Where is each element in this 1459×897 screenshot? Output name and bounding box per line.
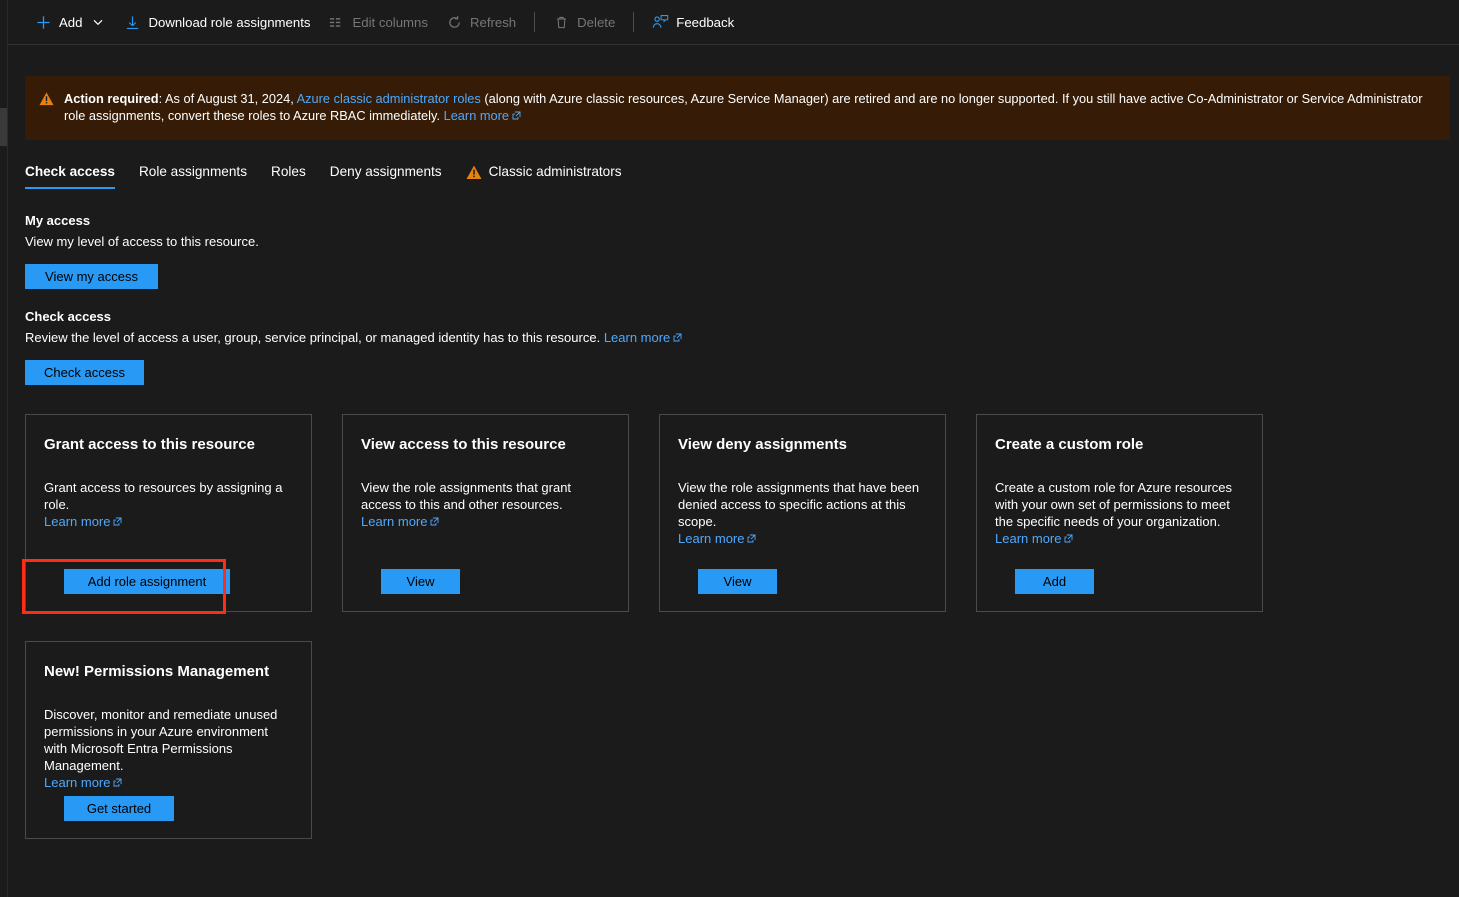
feedback-button[interactable]: Feedback	[643, 6, 743, 38]
trash-icon	[553, 14, 570, 31]
refresh-label: Refresh	[469, 14, 517, 30]
card-permissions-management-description-text: Discover, monitor and remediate unused p…	[44, 707, 278, 773]
check-access-title: Check access	[25, 309, 112, 324]
banner-strong-label: Action required	[64, 91, 159, 106]
external-link-icon	[430, 513, 439, 526]
external-link-icon	[747, 530, 756, 543]
card-grant-access: Grant access to this resource Grant acce…	[25, 414, 312, 612]
card-view-deny-assignments-description: View the role assignments that have been…	[678, 479, 927, 547]
card-permissions-management-learn-more-link[interactable]: Learn more	[44, 775, 110, 790]
add-custom-role-button[interactable]: Add	[1015, 569, 1094, 594]
tab-roles-label: Roles	[271, 164, 306, 179]
edit-columns-button: Edit columns	[319, 6, 437, 38]
tab-role-assignments-label: Role assignments	[138, 164, 247, 179]
get-started-button[interactable]: Get started	[64, 796, 174, 821]
columns-icon	[328, 14, 345, 31]
view-deny-assignments-button[interactable]: View	[698, 569, 777, 594]
delete-label: Delete	[577, 14, 616, 30]
download-icon	[124, 14, 141, 31]
banner-text: Action required: As of August 31, 2024, …	[64, 91, 1436, 124]
card-view-deny-assignments-description-text: View the role assignments that have been…	[678, 480, 920, 529]
card-create-custom-role-title: Create a custom role	[995, 436, 1144, 453]
card-grant-access-learn-more-link[interactable]: Learn more	[44, 514, 110, 529]
add-button[interactable]: Add	[26, 6, 115, 38]
card-permissions-management: New! Permissions Management Discover, mo…	[25, 641, 312, 839]
card-view-deny-assignments-learn-more-link[interactable]: Learn more	[678, 531, 744, 546]
card-view-access-description: View the role assignments that grant acc…	[361, 479, 610, 530]
refresh-button: Refresh	[437, 6, 525, 38]
download-role-assignments-button[interactable]: Download role assignments	[115, 6, 319, 38]
delete-button: Delete	[544, 6, 624, 38]
banner-learn-more-link[interactable]: Learn more	[444, 108, 509, 123]
card-view-access-title: View access to this resource	[361, 436, 566, 453]
chevron-down-icon	[90, 14, 106, 30]
azure-classic-administrator-roles-link[interactable]: Azure classic administrator roles	[297, 91, 481, 106]
check-access-button[interactable]: Check access	[25, 360, 144, 385]
card-permissions-management-description: Discover, monitor and remediate unused p…	[44, 706, 293, 791]
tab-check-access-label: Check access	[25, 164, 115, 179]
card-view-access-description-text: View the role assignments that grant acc…	[361, 480, 572, 512]
warning-triangle-icon	[466, 165, 482, 180]
feedback-person-icon	[652, 14, 669, 31]
card-create-custom-role: Create a custom role Create a custom rol…	[976, 414, 1263, 612]
external-link-icon	[113, 774, 122, 787]
card-grant-access-description-text: Grant access to resources by assigning a…	[44, 480, 283, 512]
command-bar: Add Download role assignments Edit colum…	[8, 0, 1459, 45]
refresh-icon	[446, 14, 463, 31]
download-label: Download role assignments	[148, 14, 311, 30]
left-rail	[0, 0, 8, 897]
check-access-learn-more-link[interactable]: Learn more	[604, 330, 670, 345]
card-view-access-learn-more-link[interactable]: Learn more	[361, 514, 427, 529]
tab-deny-assignments-label: Deny assignments	[329, 164, 442, 179]
tab-check-access[interactable]: Check access	[25, 163, 127, 189]
panel-collapse-handle[interactable]	[0, 108, 7, 146]
card-grant-access-description: Grant access to resources by assigning a…	[44, 479, 293, 530]
external-link-icon	[113, 513, 122, 526]
card-grant-access-title: Grant access to this resource	[44, 436, 255, 453]
toolbar-separator	[633, 12, 635, 32]
my-access-description: View my level of access to this resource…	[25, 234, 259, 249]
view-access-button[interactable]: View	[381, 569, 460, 594]
action-required-banner: Action required: As of August 31, 2024, …	[25, 76, 1450, 140]
check-access-description-text: Review the level of access a user, group…	[25, 330, 601, 345]
card-create-custom-role-description-text: Create a custom role for Azure resources…	[995, 480, 1232, 529]
card-create-custom-role-learn-more-link[interactable]: Learn more	[995, 531, 1061, 546]
feedback-label: Feedback	[676, 14, 735, 30]
card-create-custom-role-description: Create a custom role for Azure resources…	[995, 479, 1244, 547]
card-permissions-management-title: New! Permissions Management	[44, 663, 270, 680]
card-view-deny-assignments-title: View deny assignments	[678, 436, 847, 453]
tab-role-assignments[interactable]: Role assignments	[127, 163, 259, 189]
card-view-access: View access to this resource View the ro…	[342, 414, 629, 612]
tab-classic-administrators-label: Classic administrators	[488, 164, 622, 179]
card-view-deny-assignments: View deny assignments View the role assi…	[659, 414, 946, 612]
edit-columns-label: Edit columns	[352, 14, 428, 30]
tab-classic-administrators[interactable]: Classic administrators	[454, 163, 634, 189]
check-access-description: Review the level of access a user, group…	[25, 330, 682, 345]
warning-triangle-icon	[39, 92, 54, 111]
external-link-icon	[673, 330, 682, 342]
toolbar-separator	[534, 12, 536, 32]
add-label: Add	[59, 14, 83, 30]
external-link-icon	[1064, 530, 1073, 543]
tab-deny-assignments[interactable]: Deny assignments	[318, 163, 454, 189]
banner-text-1: : As of August 31, 2024,	[158, 91, 297, 106]
my-access-title: My access	[25, 213, 91, 228]
view-my-access-button[interactable]: View my access	[25, 264, 158, 289]
external-link-icon	[512, 108, 521, 119]
plus-icon	[35, 14, 52, 31]
add-role-assignment-button[interactable]: Add role assignment	[64, 569, 230, 594]
tab-roles[interactable]: Roles	[259, 163, 318, 189]
pivot-tabs: Check access Role assignments Roles Deny…	[25, 163, 1450, 193]
